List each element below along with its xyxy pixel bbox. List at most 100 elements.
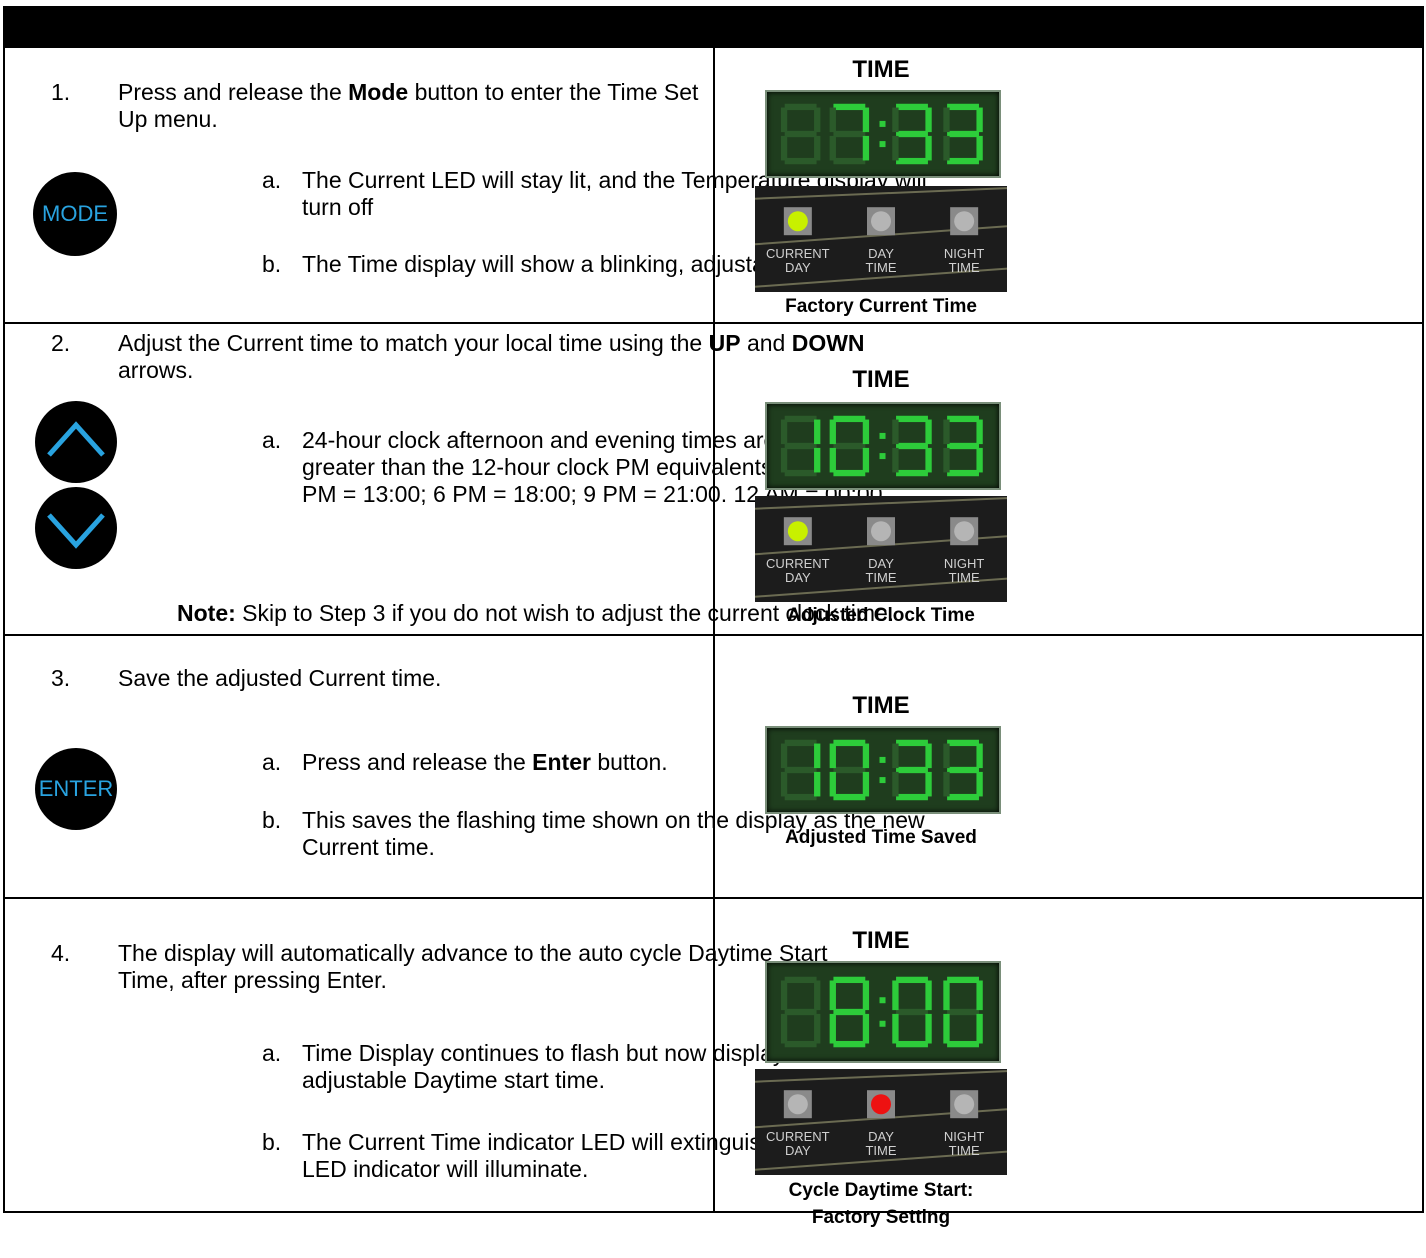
lcd-segment [813, 107, 820, 133]
led-label: DAY [868, 1129, 894, 1144]
lcd-segment [924, 771, 932, 797]
lcd-segment [946, 976, 979, 984]
lcd-segment [780, 107, 787, 133]
lcd-segment [832, 103, 865, 111]
caption-line: Factory Setting [811, 1207, 951, 1228]
lcd-segment [891, 743, 899, 769]
lcd-segment [832, 157, 865, 165]
lcd-segment [829, 1013, 836, 1044]
led-light [953, 211, 974, 232]
lcd-segment [784, 130, 817, 138]
decor-line [754, 1070, 1007, 1083]
lcd-colon [879, 777, 886, 784]
lcd-colon [879, 756, 886, 763]
lcd-segment [946, 1008, 979, 1016]
lcd-segment [946, 1040, 979, 1048]
lcd-segment [832, 793, 865, 801]
lcd-segment [829, 419, 836, 445]
lcd-segment [975, 447, 983, 473]
step-2-panel: TIME CURRENT DAY DAY TIME NIGHT TIME Adjusted… [712, 322, 1424, 636]
lcd-segment [946, 442, 979, 450]
lcd-digits [780, 415, 983, 477]
lcd-segment [924, 980, 932, 1011]
lcd-segment [780, 419, 787, 445]
lcd-segment [895, 793, 928, 801]
lcd-segment [832, 415, 865, 423]
lcd-segment [946, 793, 979, 801]
lcd-segment [946, 415, 979, 423]
step-3-instructions: 3. Save the adjusted Current time. ENTER… [3, 634, 925, 899]
lcd-segment [891, 980, 899, 1011]
step-3-panel: TIME Adjusted Time Saved [712, 634, 1424, 899]
time-lcd [764, 90, 1001, 178]
led-label: NIGHT [943, 1129, 984, 1144]
led-label: DAY [868, 246, 894, 261]
header-row [3, 6, 1424, 48]
panel-title: TIME [852, 366, 910, 393]
lcd-segment [946, 766, 979, 774]
led-label: TIME [865, 570, 896, 585]
sub-letter: a. [262, 1040, 282, 1066]
lcd-digit [780, 103, 820, 165]
lcd-segment [895, 103, 928, 111]
lcd-segment [924, 419, 932, 445]
lcd-segment [829, 447, 836, 473]
decor-line [754, 497, 1007, 510]
led-indicators: CURRENTDAYDAYTIMENIGHTTIME [754, 1070, 1007, 1171]
lcd-segment [862, 135, 869, 161]
led-light [787, 1094, 808, 1115]
led-indicators: CURRENTDAYDAYTIMENIGHTTIME [754, 187, 1007, 288]
enter-button-label: ENTER [38, 776, 114, 801]
lcd-segment [891, 771, 899, 797]
led-strip: CURRENT DAY DAY TIME NIGHT TIME [754, 496, 1007, 602]
lcd-segment [891, 107, 899, 133]
lcd-segment [924, 1013, 932, 1044]
step-row-3: 3. Save the adjusted Current time. ENTER… [3, 634, 1424, 899]
lcd-segment [829, 771, 836, 797]
lcd-digit [829, 739, 869, 801]
lcd-segment [975, 743, 983, 769]
lcd-segment [780, 1013, 787, 1044]
sub-letter: a. [262, 427, 282, 453]
step-4-panel: TIME CURRENT DAY DAY TIME NIGHT TIME Cycle Da… [712, 897, 1424, 1228]
lcd-digits [780, 103, 983, 165]
lcd-digit [942, 976, 983, 1048]
lcd-segment [784, 1040, 817, 1048]
header-cell-left [3, 6, 715, 48]
mode-button[interactable]: MODE [33, 172, 117, 256]
lcd-segment [891, 135, 899, 161]
led-label: NIGHT [943, 556, 984, 571]
lcd-segment [975, 135, 983, 161]
header-cell-right [712, 6, 1424, 48]
panel-title: TIME [852, 692, 910, 719]
enter-button[interactable]: ENTER [35, 748, 117, 830]
mode-button-label: MODE [42, 201, 108, 226]
led-label: DAY [784, 570, 810, 585]
led-label: TIME [865, 260, 896, 275]
down-arrow-button[interactable] [35, 487, 117, 569]
step-number: 3. [51, 665, 71, 691]
led-strip: CURRENT DAY DAY TIME NIGHT TIME [754, 186, 1007, 292]
led-label: TIME [948, 260, 979, 275]
up-arrow-button[interactable] [35, 401, 117, 483]
lcd-segment [832, 1040, 865, 1048]
lcd-segment [975, 980, 983, 1011]
led-light [787, 521, 808, 542]
lcd-segment [813, 447, 820, 473]
panel-caption: Cycle Daytime Start: Factory Setting [715, 1177, 1048, 1231]
lcd-colon [879, 453, 886, 460]
lcd-segment [895, 1040, 928, 1048]
lcd-segment [829, 980, 836, 1011]
lcd-segment [946, 739, 979, 747]
lcd-segment [832, 130, 865, 138]
led-light [870, 211, 891, 232]
step-number: 1. [51, 79, 71, 105]
led-label: CURRENT [766, 246, 830, 261]
led-label: TIME [948, 1143, 979, 1158]
lcd-digit [891, 103, 932, 165]
led-label: TIME [948, 570, 979, 585]
lcd-colon [879, 141, 886, 148]
instruction-table: 1. Press and release the Mode button to … [3, 6, 1424, 1228]
lcd-segment [784, 469, 817, 477]
step-text: Save the adjusted Current time. [118, 665, 442, 691]
